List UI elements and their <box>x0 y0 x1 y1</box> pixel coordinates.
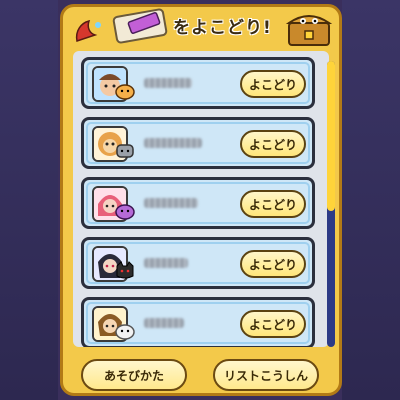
scroll-icon <box>112 8 168 44</box>
list-item: よこどり <box>81 237 315 289</box>
steal-button[interactable]: よこどり <box>240 310 306 338</box>
red-ribbon-icon <box>75 19 101 42</box>
player-name-redacted <box>144 198 198 208</box>
player-name-redacted <box>144 138 202 148</box>
list-item: よこどり <box>81 297 315 347</box>
refresh-list-button[interactable]: リストこうしん <box>213 359 319 391</box>
steal-button[interactable]: よこどり <box>240 70 306 98</box>
list-item: よこどり <box>81 57 315 109</box>
steal-button[interactable]: よこどり <box>240 250 306 278</box>
dialog-title: をよこどり! <box>173 18 272 38</box>
scrollbar[interactable] <box>327 61 335 347</box>
scrollbar-thumb[interactable] <box>327 61 335 211</box>
player-list[interactable]: よこどり よこどり よこどり よこどり よこどり <box>73 51 329 347</box>
grey-yokai-icon <box>116 144 134 158</box>
background-right <box>342 0 400 400</box>
how-to-play-button[interactable]: あそびかた <box>81 359 187 391</box>
player-name-redacted <box>144 258 188 268</box>
player-name-redacted <box>144 318 184 328</box>
background-left <box>0 0 58 400</box>
list-item: よこどり <box>81 117 315 169</box>
treasure-chest-icon <box>285 15 333 46</box>
player-name-redacted <box>144 78 192 88</box>
white-yokai-icon <box>115 324 135 340</box>
steal-button[interactable]: よこどり <box>240 130 306 158</box>
orange-yokai-icon <box>115 84 135 100</box>
dialog-header: をよこどり! <box>63 7 339 51</box>
purple-yokai-icon <box>115 204 135 220</box>
black-cat-yokai-icon <box>116 261 134 279</box>
steal-button[interactable]: よこどり <box>240 190 306 218</box>
list-item: よこどり <box>81 177 315 229</box>
steal-dialog: をよこどり! よこどり よこどり よこどり よこどり よこどり あそびかた リス… <box>60 4 342 396</box>
